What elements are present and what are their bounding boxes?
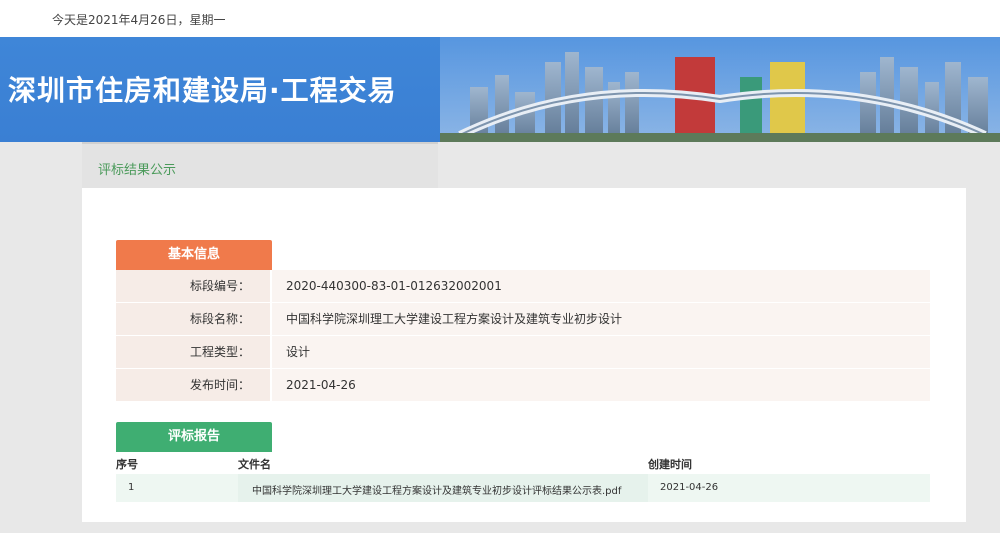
info-label: 发布时间： <box>116 369 270 401</box>
top-bar: 今天是2021年4月26日，星期一 <box>0 0 1000 37</box>
report-file-link[interactable]: 中国科学院深圳理工大学建设工程方案设计及建筑专业初步设计评标结果公示表.pdf <box>252 482 621 497</box>
tab-bid-result-notice[interactable]: 评标结果公示 <box>98 159 176 178</box>
basic-info-section-header: 基本信息 <box>116 240 272 270</box>
site-title: 深圳市住房和建设局·工程交易 <box>8 74 397 107</box>
report-section-header: 评标报告 <box>116 422 272 452</box>
site-banner: 深圳市住房和建设局·工程交易 <box>0 37 1000 142</box>
info-value: 2021-04-26 <box>272 369 930 401</box>
column-header-file-name: 文件名 <box>238 458 271 471</box>
city-skyline-illustration <box>440 37 1000 142</box>
column-header-created-time: 创建时间 <box>648 458 692 471</box>
current-date-text: 今天是2021年4月26日，星期一 <box>52 13 226 27</box>
column-header-index: 序号 <box>116 458 138 471</box>
basic-info-table: 标段编号： 2020-440300-83-01-012632002001 标段名… <box>116 270 930 402</box>
row-index: 1 <box>128 482 135 493</box>
info-row-publish-time: 发布时间： 2021-04-26 <box>116 369 930 402</box>
info-label: 标段编号： <box>116 270 270 302</box>
info-label: 工程类型： <box>116 336 270 368</box>
tab-header: 评标结果公示 <box>82 142 438 188</box>
info-row-project-type: 工程类型： 设计 <box>116 336 930 369</box>
info-row-section-name: 标段名称： 中国科学院深圳理工大学建设工程方案设计及建筑专业初步设计 <box>116 303 930 336</box>
info-value: 中国科学院深圳理工大学建设工程方案设计及建筑专业初步设计 <box>272 303 930 335</box>
info-row-section-number: 标段编号： 2020-440300-83-01-012632002001 <box>116 270 930 303</box>
info-value: 设计 <box>272 336 930 368</box>
table-row: 1 中国科学院深圳理工大学建设工程方案设计及建筑专业初步设计评标结果公示表.pd… <box>116 474 930 502</box>
info-value: 2020-440300-83-01-012632002001 <box>272 270 930 302</box>
report-table-header: 序号 文件名 创建时间 <box>116 452 930 472</box>
row-created-time: 2021-04-26 <box>660 482 719 493</box>
info-label: 标段名称： <box>116 303 270 335</box>
content-panel: 基本信息 标段编号： 2020-440300-83-01-01263200200… <box>82 188 966 522</box>
